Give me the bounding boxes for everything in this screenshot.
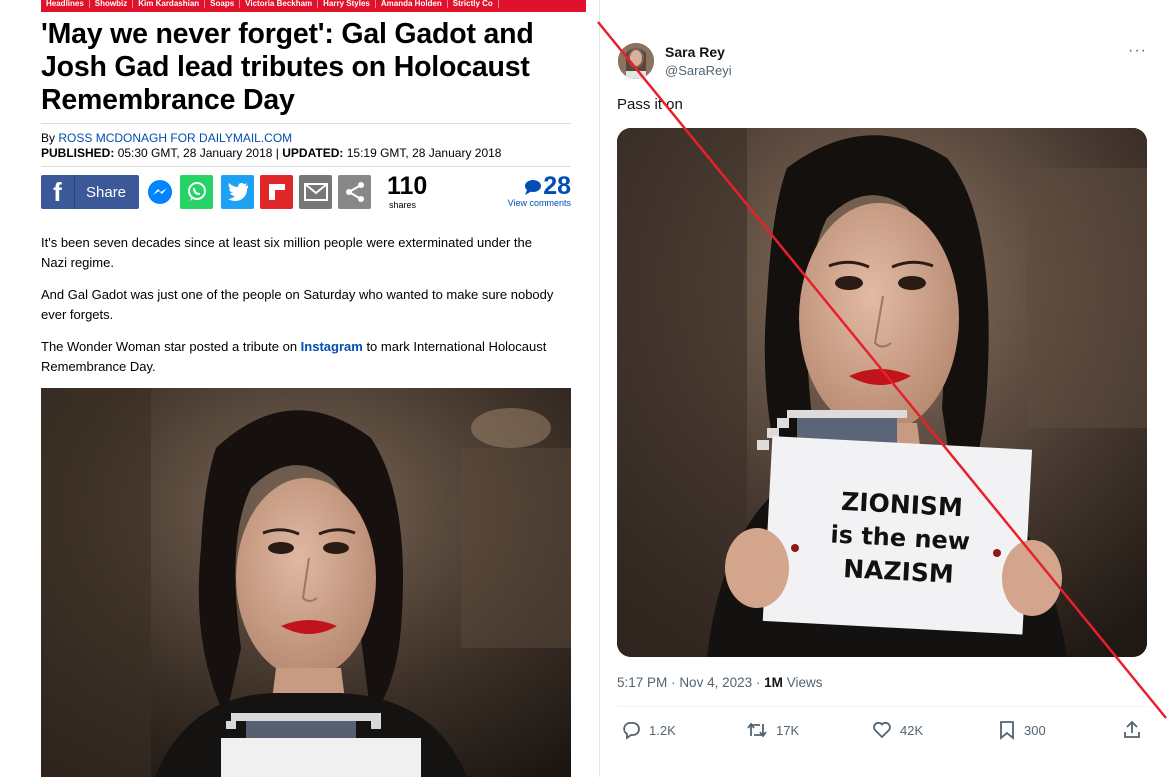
repost-count: 17K (776, 722, 800, 738)
divider (617, 706, 1147, 707)
views-count: 1M (764, 675, 783, 690)
more-share-button[interactable] (338, 175, 371, 209)
tweet-image: ZIONISM is the new NAZISM (617, 128, 1147, 657)
nav-item-amanda-holden[interactable]: Amanda Holden (376, 0, 448, 8)
reply-button[interactable]: 1.2K (621, 719, 676, 741)
meta-dot: · (755, 675, 761, 690)
share-tweet-button[interactable] (1122, 719, 1142, 741)
byline-prefix: By (41, 131, 56, 145)
twitter-bird-icon (227, 183, 248, 201)
tweet-card: Sara Rey @SaraReyi ··· Pass it on ZIONIS… (600, 0, 1172, 777)
nav-item-harry-styles[interactable]: Harry Styles (318, 0, 376, 8)
email-icon (303, 183, 328, 201)
user-handle[interactable]: @SaraReyi (665, 63, 732, 78)
tweet-date[interactable]: Nov 4, 2023 (679, 675, 752, 690)
reply-icon (623, 722, 640, 740)
share-count-label: shares (389, 200, 417, 210)
sign-line-3: NAZISM (843, 554, 955, 589)
repost-button[interactable]: 17K (746, 719, 799, 741)
bookmark-button[interactable]: 300 (998, 719, 1046, 741)
tweet-meta: 5:17 PM · Nov 4, 2023 · 1M Views (617, 675, 822, 690)
published-label: PUBLISHED: (41, 146, 115, 160)
facebook-share-label: Share (86, 183, 127, 201)
whatsapp-share-button[interactable] (180, 175, 213, 209)
bookmark-count: 300 (1024, 722, 1046, 738)
article-paragraph-1: It's been seven decades since at least s… (41, 235, 532, 270)
date-separator: | (275, 146, 279, 160)
messenger-icon (147, 180, 172, 204)
nav-item-soaps[interactable]: Soaps (205, 0, 241, 8)
facebook-share-button[interactable]: f Share (41, 175, 139, 209)
email-share-button[interactable] (299, 175, 332, 209)
author-link[interactable]: ROSS MCDONAGH FOR DAILYMAIL.COM (58, 131, 292, 145)
like-count: 42K (900, 722, 924, 738)
gal-gadot-photo (41, 388, 571, 777)
paragraph-text: The Wonder Woman star posted a tribute o… (41, 339, 298, 354)
article-paragraph-3: The Wonder Woman star posted a tribute o… (41, 337, 561, 376)
messenger-share-button[interactable] (143, 175, 176, 209)
bookmark-icon (1000, 721, 1014, 740)
top-nav-bar: Headlines Showbiz Kim Kardashian Soaps Victo… (41, 0, 586, 12)
tweet-text: Pass it on (617, 96, 683, 113)
divider (41, 123, 571, 124)
updated-value: 15:19 GMT, 28 January 2018 (346, 146, 502, 160)
heart-icon (873, 721, 891, 739)
flipboard-share-button[interactable] (260, 175, 293, 209)
views-label: Views (786, 675, 823, 690)
tweet-time[interactable]: 5:17 PM (617, 675, 667, 690)
avatar[interactable] (618, 43, 654, 79)
article-paragraph-2: And Gal Gadot was just one of the people… (41, 287, 554, 322)
meta-dot: · (671, 675, 676, 690)
nav-item-strictly[interactable]: Strictly Co (448, 0, 499, 8)
article-headline: 'May we never forget': Gal Gadot and Jos… (41, 18, 534, 116)
nav-item-headlines[interactable]: Headlines (41, 0, 90, 8)
comment-count-button[interactable]: 28 (524, 172, 571, 201)
whatsapp-icon (187, 182, 206, 201)
updated-label: UPDATED: (282, 146, 344, 160)
share-count: 110 (387, 172, 428, 200)
published-value: 05:30 GMT, 28 January 2018 (117, 146, 273, 160)
flipboard-icon (268, 184, 285, 200)
protest-sign: ZIONISM is the new NAZISM (762, 436, 1033, 635)
speech-bubble-icon (525, 179, 542, 195)
publish-dates: PUBLISHED: 05:30 GMT, 28 January 2018 | … (41, 146, 501, 160)
share-icon (345, 182, 364, 202)
nav-item-showbiz[interactable]: Showbiz (90, 0, 134, 8)
share-bar: f Share 110 shares 28 View comments (41, 172, 571, 210)
nav-item-kim-kardashian[interactable]: Kim Kardashian (133, 0, 206, 8)
divider (41, 166, 571, 167)
nav-item-victoria-beckham[interactable]: Victoria Beckham (240, 0, 319, 8)
article-photo (41, 388, 571, 777)
comment-count: 28 (543, 172, 571, 200)
instagram-link[interactable]: Instagram (301, 339, 363, 354)
more-options-icon[interactable]: ··· (1128, 42, 1147, 60)
view-comments-link[interactable]: View comments (508, 198, 571, 208)
repost-icon (747, 722, 767, 738)
avatar-image (618, 43, 654, 79)
display-name[interactable]: Sara Rey (665, 44, 725, 60)
tweet-photo[interactable]: ZIONISM is the new NAZISM (617, 128, 1147, 657)
upload-share-icon (1124, 720, 1140, 738)
twitter-share-button[interactable] (221, 175, 254, 209)
daily-mail-article: Headlines Showbiz Kim Kardashian Soaps Victo… (0, 0, 600, 777)
facebook-icon: f (41, 175, 75, 209)
byline: By ROSS MCDONAGH FOR DAILYMAIL.COM (41, 131, 292, 145)
reply-count: 1.2K (649, 722, 676, 738)
like-button[interactable]: 42K (872, 719, 923, 741)
